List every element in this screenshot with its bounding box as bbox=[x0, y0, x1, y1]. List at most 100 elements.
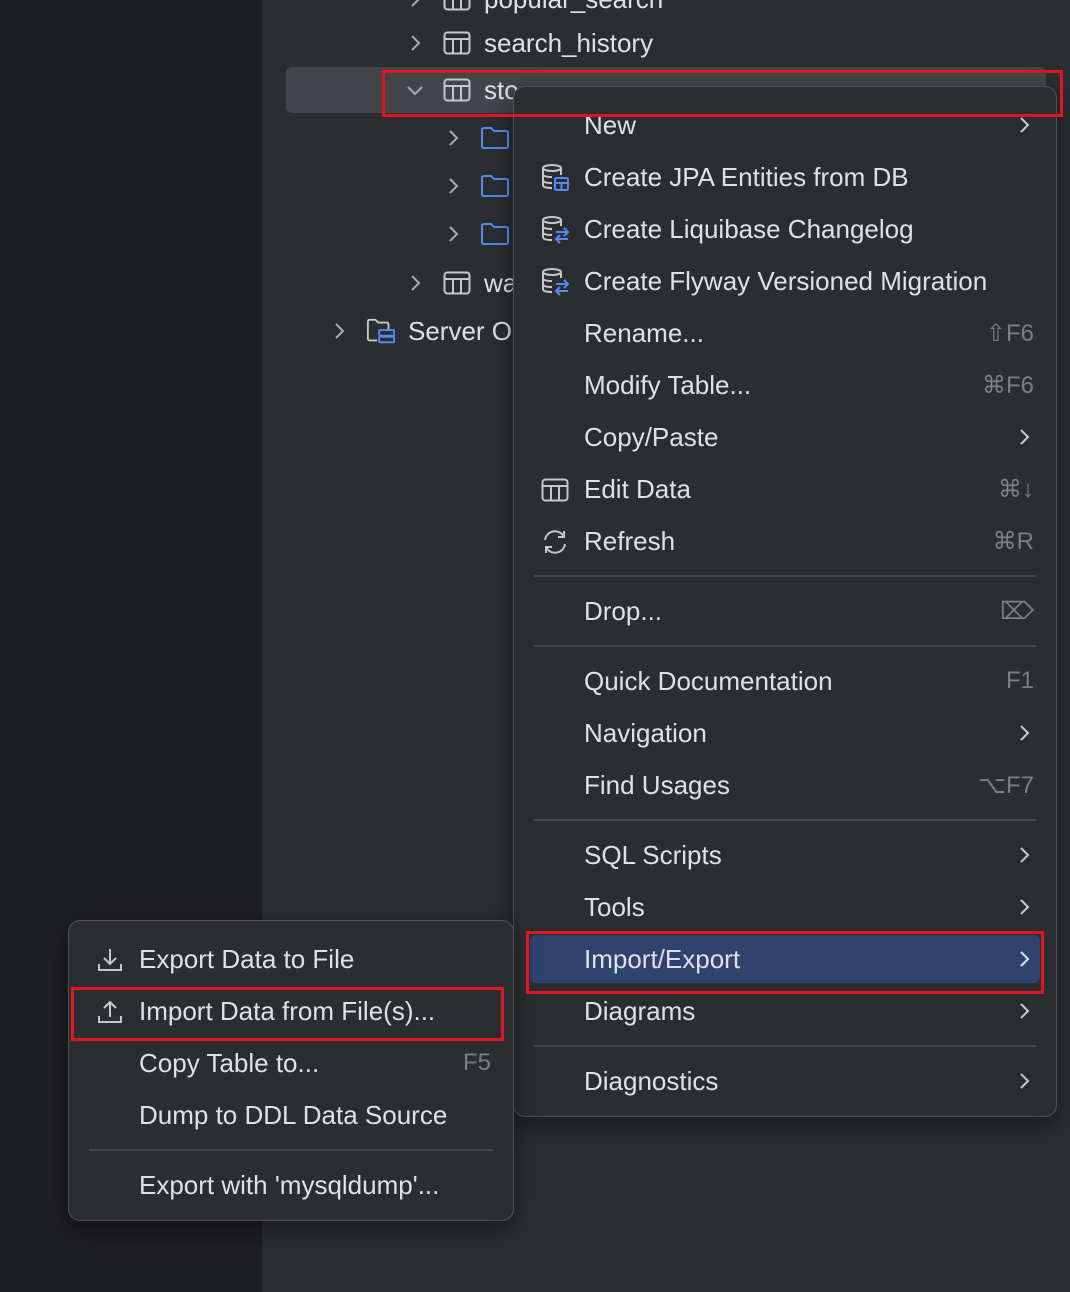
import-export-submenu: Export Data to File Import Data from Fil… bbox=[68, 920, 514, 1221]
menu-separator bbox=[534, 575, 1036, 577]
chevron-down-icon[interactable] bbox=[404, 79, 426, 101]
menu-item-refresh[interactable]: Refresh ⌘R bbox=[530, 517, 1040, 565]
context-menu: New Create JPA Entities from DB Create L… bbox=[513, 86, 1057, 1117]
menu-item-label: Refresh bbox=[584, 525, 676, 556]
menu-item-label: Navigation bbox=[584, 717, 707, 748]
menu-item-label: Quick Documentation bbox=[584, 665, 833, 696]
download-icon bbox=[95, 945, 125, 975]
menu-item-label: Diagrams bbox=[584, 995, 696, 1026]
table-icon bbox=[442, 76, 472, 104]
menu-item-quick-documentation[interactable]: Quick Documentation F1 bbox=[530, 657, 1040, 705]
menu-item-label: Export with 'mysqldump'... bbox=[139, 1169, 440, 1200]
menu-item-label: SQL Scripts bbox=[584, 839, 722, 870]
table-icon bbox=[540, 475, 570, 505]
tree-item-label: Server O bbox=[408, 315, 513, 346]
menu-item-edit-data[interactable]: Edit Data ⌘↓ bbox=[530, 465, 1040, 513]
shortcut-label: ⌘R bbox=[992, 527, 1034, 555]
database-migration-icon bbox=[540, 267, 570, 297]
menu-item-find-usages[interactable]: Find Usages ⌥F7 bbox=[530, 761, 1040, 809]
tree-item-popular-search[interactable]: popular_search bbox=[404, 0, 663, 22]
menu-separator bbox=[534, 645, 1036, 647]
refresh-icon bbox=[540, 527, 570, 557]
menu-item-label: Create Flyway Versioned Migration bbox=[584, 265, 988, 296]
menu-item-label: Dump to DDL Data Source bbox=[139, 1099, 448, 1130]
tree-item-selected-table[interactable]: sto bbox=[404, 67, 519, 113]
tree-item-folder[interactable] bbox=[442, 211, 510, 257]
upload-icon bbox=[95, 997, 125, 1027]
menu-item-label: Import Data from File(s)... bbox=[139, 995, 436, 1026]
menu-item-modify-table[interactable]: Modify Table... ⌘F6 bbox=[530, 361, 1040, 409]
table-icon bbox=[442, 269, 472, 297]
chevron-right-icon[interactable] bbox=[328, 320, 350, 342]
folder-icon bbox=[480, 124, 510, 152]
shortcut-label: ⇧F6 bbox=[985, 319, 1034, 347]
menu-separator bbox=[89, 1149, 493, 1151]
chevron-right-icon[interactable] bbox=[442, 223, 464, 245]
chevron-right-icon[interactable] bbox=[404, 32, 426, 54]
menu-item-label: Tools bbox=[584, 891, 645, 922]
submenu-item-dump-to-ddl[interactable]: Dump to DDL Data Source bbox=[85, 1091, 497, 1139]
menu-item-label: Edit Data bbox=[584, 473, 691, 504]
menu-item-label: Copy Table to... bbox=[139, 1047, 320, 1078]
shortcut-label: F5 bbox=[462, 1049, 491, 1076]
menu-item-tools[interactable]: Tools bbox=[530, 883, 1040, 931]
chevron-right-icon[interactable] bbox=[404, 272, 426, 294]
menu-item-label: Export Data to File bbox=[139, 943, 355, 974]
menu-item-label: Import/Export bbox=[584, 943, 741, 974]
menu-item-import-export[interactable]: Import/Export bbox=[530, 935, 1040, 983]
shortcut-label: ⌘F6 bbox=[981, 371, 1034, 399]
chevron-right-icon bbox=[1020, 429, 1030, 445]
chevron-right-icon[interactable] bbox=[442, 175, 464, 197]
menu-item-diagnostics[interactable]: Diagnostics bbox=[530, 1057, 1040, 1105]
table-icon bbox=[442, 29, 472, 57]
menu-item-create-flyway[interactable]: Create Flyway Versioned Migration bbox=[530, 257, 1040, 305]
chevron-right-icon bbox=[1020, 899, 1030, 915]
tree-item-search-history[interactable]: search_history bbox=[404, 20, 653, 66]
tree-item-table[interactable]: wa bbox=[404, 260, 517, 306]
server-folder-icon bbox=[366, 317, 396, 345]
menu-item-label: Create JPA Entities from DB bbox=[584, 161, 909, 192]
menu-item-sql-scripts[interactable]: SQL Scripts bbox=[530, 831, 1040, 879]
chevron-right-icon bbox=[1020, 1003, 1030, 1019]
chevron-right-icon bbox=[1020, 951, 1030, 967]
database-migration-icon bbox=[540, 215, 570, 245]
shortcut-label: ⌥F7 bbox=[978, 771, 1034, 799]
shortcut-label: ⌘↓ bbox=[998, 475, 1034, 503]
submenu-item-export-data-to-file[interactable]: Export Data to File bbox=[85, 935, 497, 983]
submenu-item-copy-table[interactable]: Copy Table to... F5 bbox=[85, 1039, 497, 1087]
menu-item-label: Drop... bbox=[584, 595, 663, 626]
menu-item-create-liquibase[interactable]: Create Liquibase Changelog bbox=[530, 205, 1040, 253]
submenu-item-import-data-from-files[interactable]: Import Data from File(s)... bbox=[85, 987, 497, 1035]
menu-item-label: New bbox=[584, 109, 637, 140]
menu-separator bbox=[534, 819, 1036, 821]
menu-item-copy-paste[interactable]: Copy/Paste bbox=[530, 413, 1040, 461]
menu-item-drop[interactable]: Drop... ⌦ bbox=[530, 587, 1040, 635]
chevron-right-icon bbox=[1020, 117, 1030, 133]
menu-item-create-jpa[interactable]: Create JPA Entities from DB bbox=[530, 153, 1040, 201]
chevron-right-icon bbox=[1020, 1073, 1030, 1089]
folder-icon bbox=[480, 172, 510, 200]
menu-item-label: Rename... bbox=[584, 317, 704, 348]
menu-item-new[interactable]: New bbox=[530, 101, 1040, 149]
menu-item-diagrams[interactable]: Diagrams bbox=[530, 987, 1040, 1035]
menu-item-navigation[interactable]: Navigation bbox=[530, 709, 1040, 757]
tree-item-folder[interactable] bbox=[442, 163, 510, 209]
delete-key-icon: ⌦ bbox=[1000, 597, 1034, 625]
table-icon bbox=[442, 0, 472, 13]
chevron-right-icon[interactable] bbox=[442, 127, 464, 149]
menu-item-label: Create Liquibase Changelog bbox=[584, 213, 914, 244]
submenu-item-export-mysqldump[interactable]: Export with 'mysqldump'... bbox=[85, 1161, 497, 1209]
tree-item-server-objects[interactable]: Server O bbox=[328, 308, 512, 354]
tree-item-label: popular_search bbox=[484, 0, 663, 15]
menu-item-rename[interactable]: Rename... ⇧F6 bbox=[530, 309, 1040, 357]
chevron-right-icon[interactable] bbox=[404, 0, 426, 10]
database-entity-icon bbox=[540, 163, 570, 193]
tree-item-folder[interactable] bbox=[442, 115, 510, 161]
menu-item-label: Find Usages bbox=[584, 769, 730, 800]
menu-item-label: Copy/Paste bbox=[584, 421, 719, 452]
menu-separator bbox=[534, 1045, 1036, 1047]
chevron-right-icon bbox=[1020, 847, 1030, 863]
chevron-right-icon bbox=[1020, 725, 1030, 741]
shortcut-label: F1 bbox=[1005, 667, 1034, 694]
folder-icon bbox=[480, 220, 510, 248]
